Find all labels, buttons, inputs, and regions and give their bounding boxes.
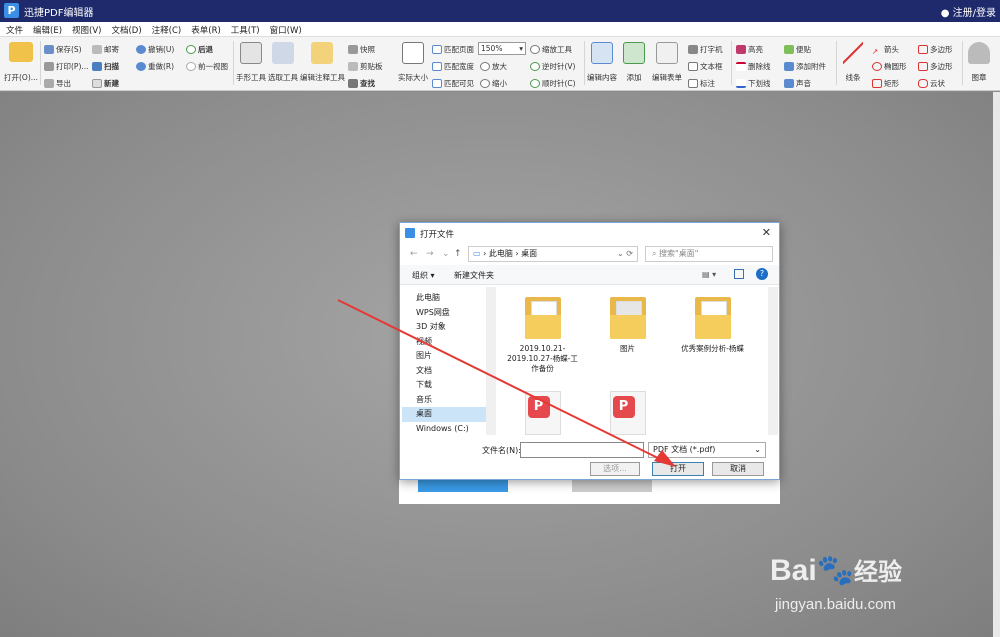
watermark-logo: Bai🐾经验 — [770, 552, 902, 588]
paw-icon: 🐾 — [816, 554, 855, 587]
watermark-brand2: 经验 — [854, 559, 903, 586]
watermark-url: jingyan.baidu.com — [775, 596, 896, 613]
annotation-arrow-icon — [337, 299, 676, 467]
watermark-brand: Bai — [770, 554, 817, 587]
